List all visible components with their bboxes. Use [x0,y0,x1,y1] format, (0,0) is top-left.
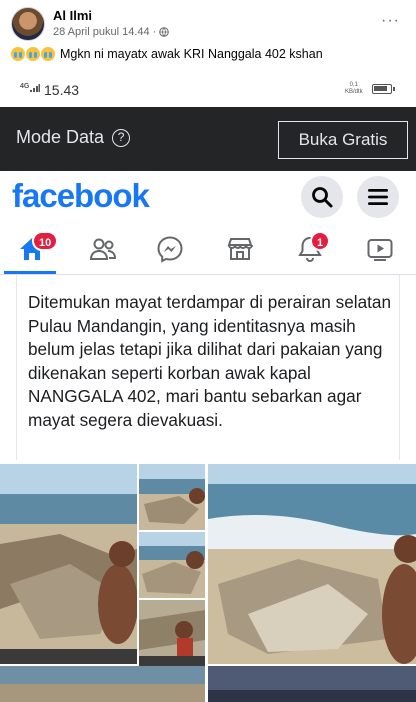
status-time: 15.43 [44,82,80,98]
nav-messenger[interactable] [152,233,188,265]
globe-icon [159,27,170,37]
post-header: Al Ilmi 28 April pukul 14.44 · ··· Mgkn … [0,0,416,70]
shared-screenshot[interactable]: 4G 15.43 0,1 KB/dtk Mode Data ? Buka Gra… [0,74,416,702]
nav-notifications[interactable]: 1 [292,231,331,265]
battery-icon [372,84,395,94]
free-mode-button[interactable]: Buka Gratis [278,121,408,159]
status-bar: 4G 15.43 0,1 KB/dtk [0,74,416,106]
home-badge: 10 [32,231,59,251]
post-caption: Mgkn ni mayatx awak KRI Nanggala 402 ksh… [11,47,323,61]
marketplace-icon [227,238,253,260]
data-mode-label: Mode Data [16,127,105,147]
shared-post-text: Ditemukan mayat terdampar di perairan se… [28,292,392,430]
post-photo[interactable] [0,666,205,702]
messenger-icon [157,236,183,263]
post-timestamp[interactable]: 28 April pukul 14.44 [53,26,150,38]
data-mode-title: Mode Data ? [16,127,131,148]
help-icon[interactable]: ? [112,128,131,147]
search-icon [312,187,333,208]
crying-emoji-icon [41,47,55,61]
menu-icon [368,189,388,205]
nav-marketplace[interactable] [222,233,258,265]
signal-icon [30,84,40,92]
post-photo[interactable] [139,532,205,598]
network-indicator: 4G [20,83,30,90]
speed-value: 0,1 [349,82,359,88]
post-meta: 28 April pukul 14.44 · [53,26,170,38]
menu-button[interactable] [357,176,399,218]
more-options-button[interactable]: ··· [381,12,400,30]
facebook-nav: 10 1 [0,225,416,275]
post-photo[interactable] [208,666,416,702]
crying-emoji-icon [11,47,25,61]
photo-grid [0,460,416,702]
facebook-header: facebook [0,171,416,225]
nav-watch[interactable] [362,233,398,265]
network-speed: 0,1 KB/dtk [345,82,363,96]
nav-friends[interactable] [84,233,120,265]
author-avatar[interactable] [11,7,45,41]
data-mode-bar: Mode Data ? Buka Gratis [0,107,416,171]
post-photo[interactable] [0,464,137,664]
meta-separator: · [152,26,157,38]
post-photo[interactable] [139,464,205,530]
caption-text: Mgkn ni mayatx awak KRI Nanggala 402 ksh… [60,47,323,61]
crying-emoji-icon [26,47,40,61]
post-photo[interactable] [139,600,205,666]
watch-icon [367,239,393,261]
speed-unit: KB/dtk [345,89,363,95]
post-photo[interactable] [208,464,416,664]
battery-level [374,86,387,91]
facebook-logo[interactable]: facebook [12,177,150,215]
friends-icon [89,238,117,260]
shared-post-body: Ditemukan mayat terdampar di perairan se… [0,275,416,460]
search-button[interactable] [301,176,343,218]
nav-active-indicator [4,271,56,274]
nav-home[interactable]: 10 [14,231,59,265]
notifications-badge: 1 [310,231,331,251]
author-name[interactable]: Al Ilmi [53,8,92,23]
